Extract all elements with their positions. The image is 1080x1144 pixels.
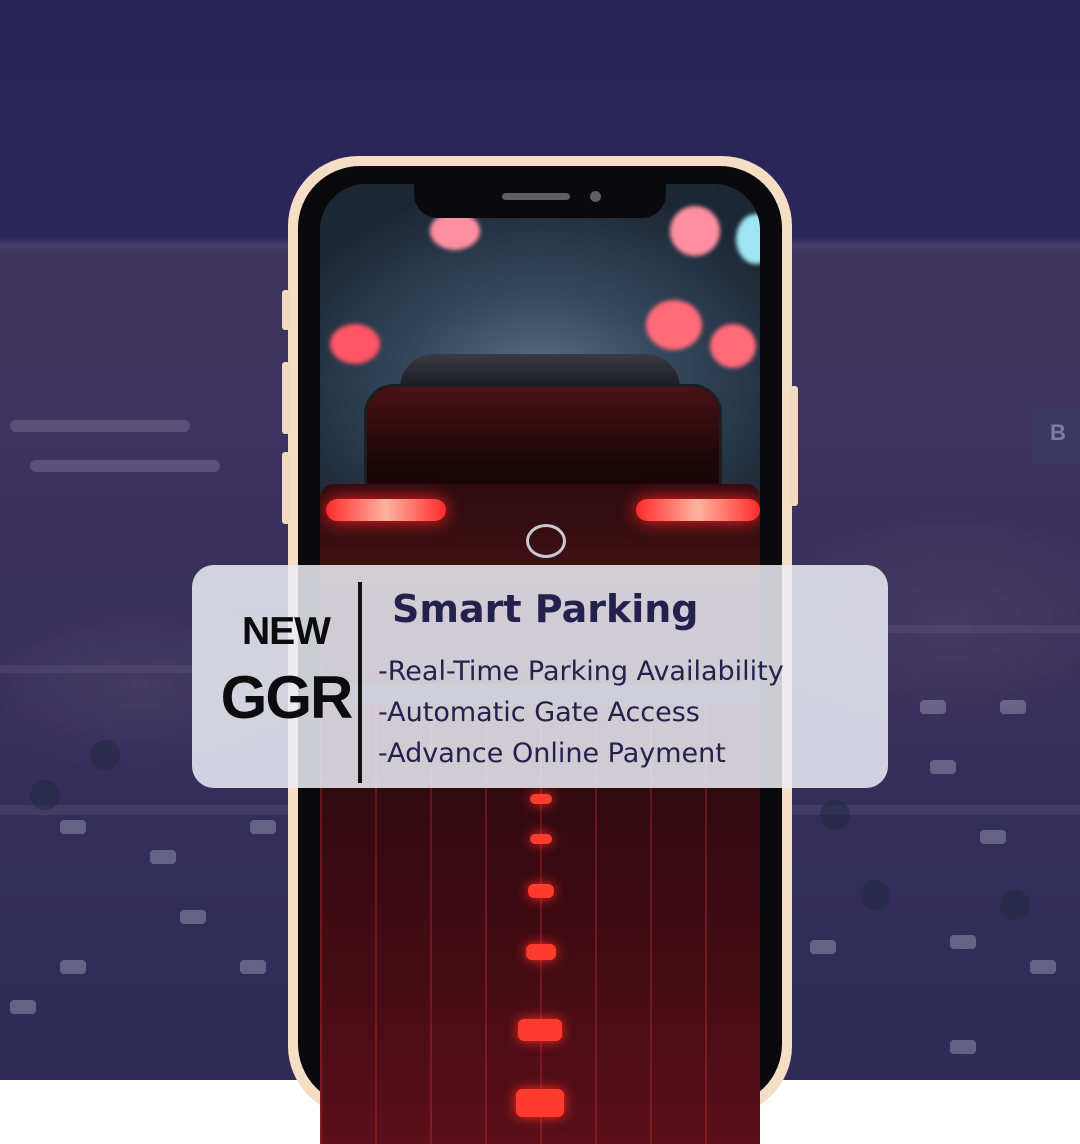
road-light: [526, 944, 556, 960]
road-light: [516, 1089, 564, 1117]
power-button: [790, 386, 798, 506]
tail-light-left: [326, 499, 446, 521]
volume-up-button: [282, 362, 290, 434]
brand-logo: GGR: [220, 664, 354, 731]
car-rear-window: [364, 384, 722, 500]
info-card: NEW GGR Smart Parking -Real-Time Parking…: [192, 565, 888, 788]
mute-switch: [282, 290, 290, 330]
bokeh-light: [736, 214, 760, 264]
feature-list: -Real-Time Parking Availability -Automat…: [378, 651, 784, 774]
front-camera-icon: [590, 191, 601, 202]
car-logo-icon: [526, 524, 566, 558]
road-light: [530, 834, 552, 844]
vertical-divider: [358, 582, 362, 783]
card-title: Smart Parking: [392, 587, 699, 631]
feature-item: -Real-Time Parking Availability: [378, 656, 784, 687]
feature-item: -Advance Online Payment: [378, 738, 726, 769]
road-light: [518, 1019, 562, 1041]
road-light: [528, 884, 554, 898]
road-light: [530, 794, 552, 804]
bokeh-light: [646, 300, 702, 350]
phone-notch: [414, 184, 666, 218]
feature-item: -Automatic Gate Access: [378, 697, 700, 728]
speaker-icon: [502, 193, 570, 200]
badge-new: NEW: [242, 610, 331, 653]
bokeh-light: [670, 206, 720, 256]
volume-down-button: [282, 452, 290, 524]
tail-light-right: [636, 499, 760, 521]
